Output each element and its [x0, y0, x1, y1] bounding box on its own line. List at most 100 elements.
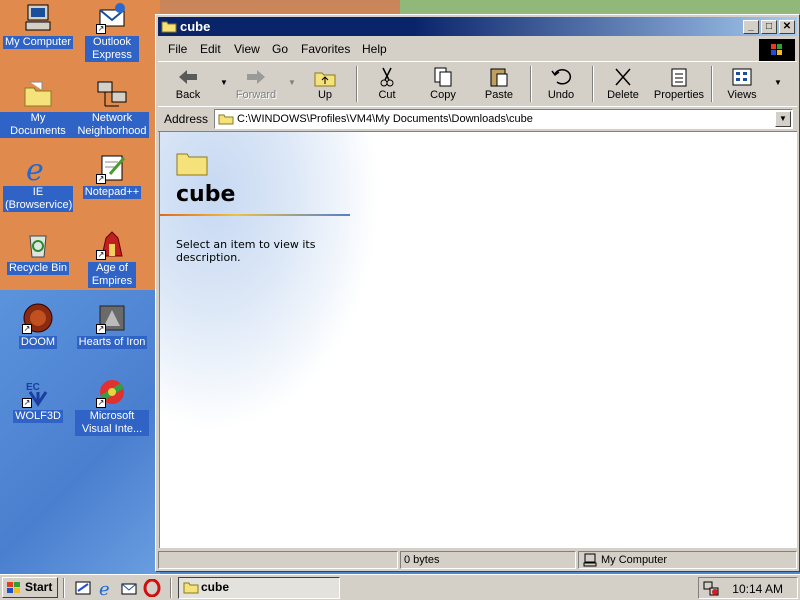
maximize-icon: □ — [765, 21, 773, 32]
undo-label: Undo — [547, 89, 575, 101]
desktop-icon-label: Outlook Express — [85, 36, 139, 62]
shortcut-arrow-icon: ↗ — [96, 24, 106, 34]
opera-icon[interactable] — [143, 578, 161, 598]
back-dropdown-icon[interactable]: ▼ — [220, 78, 228, 87]
minimize-icon: _ — [748, 21, 754, 32]
copy-icon — [431, 66, 455, 88]
delete-label: Delete — [607, 89, 639, 101]
toolbar-separator — [592, 66, 594, 102]
status-size: 0 bytes — [400, 551, 576, 569]
forward-dropdown-icon[interactable]: ▼ — [288, 78, 296, 87]
desktop-icon-doom[interactable]: ↗ DOOM — [0, 302, 76, 349]
notepad-icon: ↗ — [96, 152, 128, 184]
svg-text:e: e — [99, 579, 110, 597]
menu-favorites[interactable]: Favorites — [301, 42, 350, 56]
desktop-icon-network-neighborhood[interactable]: Network Neighborhood — [74, 78, 150, 138]
paste-button[interactable]: Paste — [471, 64, 527, 104]
status-zone: My Computer — [578, 551, 797, 569]
windows-logo-icon — [6, 581, 22, 595]
window-title: cube — [180, 19, 211, 34]
internet-explorer-icon[interactable]: e — [97, 579, 115, 600]
address-input[interactable]: C:\WINDOWS\Profiles\VM4\My Documents\Dow… — [214, 109, 793, 129]
item-description: Select an item to view its description. — [176, 238, 316, 264]
undo-button[interactable]: Undo — [533, 64, 589, 104]
cut-button[interactable]: Cut — [359, 64, 415, 104]
desktop-icon-visual-interdev[interactable]: ↗ Microsoft Visual Inte... — [74, 376, 150, 436]
properties-icon — [667, 66, 691, 88]
desktop-icon-notepadpp[interactable]: ↗ Notepad++ — [74, 152, 150, 199]
menu-edit[interactable]: Edit — [200, 42, 221, 56]
folder-view[interactable]: cube Select an item to view its descript… — [159, 131, 797, 548]
desktop-icon-recycle-bin[interactable]: Recycle Bin — [0, 228, 76, 275]
show-desktop-icon[interactable] — [74, 579, 92, 597]
folder-icon — [176, 150, 208, 176]
title-bar[interactable]: cube _ □ ✕ — [158, 17, 797, 36]
start-label: Start — [25, 580, 53, 594]
age-of-empires-icon: ↗ — [96, 228, 128, 260]
internet-explorer-icon: e — [22, 152, 54, 188]
desktop-icon-label: Age of Empires — [88, 262, 136, 288]
desktop-icon-label: Microsoft Visual Inte... — [75, 410, 149, 436]
explorer-window: cube _ □ ✕ File Edit View Go Favorites H… — [155, 14, 800, 572]
start-button[interactable]: Start — [2, 577, 58, 598]
close-button[interactable]: ✕ — [779, 20, 795, 34]
views-icon — [730, 66, 754, 88]
shortcut-arrow-icon: ↗ — [22, 324, 32, 334]
properties-button[interactable]: Properties — [651, 64, 707, 104]
menu-go[interactable]: Go — [272, 42, 288, 56]
up-label: Up — [317, 89, 333, 101]
delete-x-icon — [611, 66, 635, 88]
desktop-icon-my-computer[interactable]: My Computer — [0, 2, 76, 49]
taskbar-separator — [63, 578, 65, 598]
wolf3d-icon: EC ↗ — [22, 376, 54, 408]
up-button[interactable]: Up — [297, 64, 353, 104]
folder-icon — [183, 581, 199, 594]
network-status-icon[interactable] — [703, 580, 719, 596]
web-view-background — [160, 132, 380, 432]
shortcut-arrow-icon: ↗ — [22, 398, 32, 408]
toolbar-separator — [356, 66, 358, 102]
back-arrow-icon — [176, 66, 200, 88]
paste-icon — [487, 66, 511, 88]
taskbar-separator — [170, 578, 172, 598]
desktop-icon-age-of-empires[interactable]: ↗ Age of Empires — [74, 228, 150, 288]
views-button[interactable]: Views — [714, 64, 770, 104]
views-label: Views — [727, 89, 757, 101]
chevron-down-icon: ▼ — [779, 114, 787, 123]
forward-button[interactable]: Forward — [228, 64, 284, 104]
desktop-icon-label: Recycle Bin — [6, 262, 70, 275]
menu-help[interactable]: Help — [362, 42, 387, 56]
desktop-icon-my-documents[interactable]: My Documents — [0, 78, 76, 138]
desktop-icon-hearts-of-iron[interactable]: ↗ Hearts of Iron — [74, 302, 150, 349]
desktop-icon-outlook-express[interactable]: ↗ Outlook Express — [74, 2, 150, 62]
folder-up-icon — [313, 66, 337, 88]
delete-button[interactable]: Delete — [595, 64, 651, 104]
folder-name-heading: cube — [176, 182, 236, 207]
desktop-icon-ie[interactable]: e IE (Browservice) — [0, 152, 76, 212]
menu-bar: File Edit View Go Favorites Help — [158, 38, 797, 61]
hearts-of-iron-icon: ↗ — [96, 302, 128, 334]
paste-label: Paste — [484, 89, 514, 101]
outlook-express-icon: ↗ — [96, 2, 128, 34]
clock[interactable]: 10:14 AM — [732, 582, 783, 596]
folder-icon — [22, 78, 54, 110]
desktop-icon-wolf3d[interactable]: EC ↗ WOLF3D — [0, 376, 76, 423]
views-dropdown-icon[interactable]: ▼ — [774, 78, 782, 87]
status-bar: 0 bytes My Computer — [158, 550, 797, 570]
shortcut-arrow-icon: ↗ — [96, 174, 106, 184]
outlook-express-icon[interactable] — [120, 579, 138, 597]
desktop-icon-label: IE (Browservice) — [3, 186, 73, 212]
toolbar-separator — [711, 66, 713, 102]
taskbar-window-cube[interactable]: cube — [178, 577, 340, 599]
network-icon — [96, 78, 128, 110]
minimize-button[interactable]: _ — [743, 20, 759, 34]
copy-button[interactable]: Copy — [415, 64, 471, 104]
back-button[interactable]: Back — [160, 64, 216, 104]
computer-icon — [22, 2, 54, 34]
menu-view[interactable]: View — [234, 42, 260, 56]
address-dropdown-button[interactable]: ▼ — [775, 111, 791, 127]
toolbar: Back ▼ Forward ▼ Up Cut Copy Paste Undo — [158, 61, 797, 107]
menu-file[interactable]: File — [168, 42, 187, 56]
maximize-button[interactable]: □ — [761, 20, 777, 34]
address-value: C:\WINDOWS\Profiles\VM4\My Documents\Dow… — [237, 113, 533, 125]
